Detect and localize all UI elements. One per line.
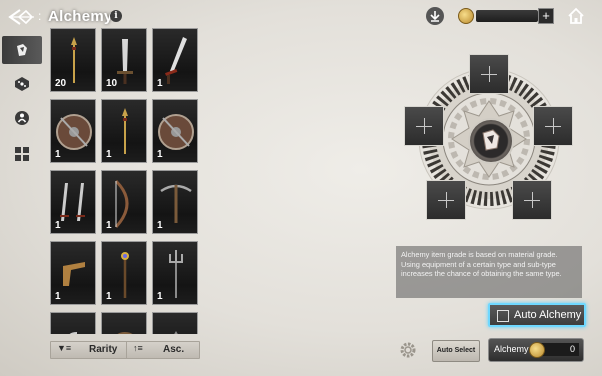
- material-slot-right[interactable]: [533, 106, 573, 146]
- item-quantity: 1: [106, 291, 112, 302]
- gauntlet-icon: [117, 332, 133, 334]
- inventory-item[interactable]: 1: [50, 170, 96, 234]
- inventory-item[interactable]: 20: [50, 28, 96, 92]
- auto-alchemy-label: Auto Alchemy: [514, 309, 582, 321]
- alchemy-cost: 0: [539, 343, 579, 356]
- equipment-icon: [17, 44, 27, 56]
- home-icon: [568, 7, 584, 24]
- inventory-item[interactable]: 1: [152, 170, 198, 234]
- alchemy-button[interactable]: Alchemy 0: [488, 338, 584, 362]
- hook-icon: [69, 332, 78, 334]
- auto-select-button[interactable]: Auto Select: [432, 340, 480, 362]
- sort-filter-icon: ▼≡: [57, 343, 72, 353]
- material-slot-left[interactable]: [404, 106, 444, 146]
- item-quantity: 1: [157, 291, 163, 302]
- item-quantity: 1: [55, 149, 61, 160]
- info-icon[interactable]: i: [110, 10, 122, 22]
- item-quantity: 1: [157, 149, 163, 160]
- tab-equipment[interactable]: [2, 36, 42, 64]
- equipment-emblem-icon: [482, 129, 500, 151]
- inventory-item[interactable]: 1: [152, 28, 198, 92]
- material-slot-top[interactable]: [469, 54, 509, 94]
- figure-icon: [15, 111, 29, 125]
- unknown-icon: [174, 331, 178, 334]
- pieces-icon: [15, 147, 29, 161]
- inventory-item[interactable]: 1: [101, 241, 147, 305]
- sort-rarity-label: Rarity: [89, 344, 118, 355]
- tab-dice[interactable]: [8, 72, 36, 96]
- inventory-item[interactable]: 1: [152, 99, 198, 163]
- inventory-item[interactable]: 10: [101, 28, 147, 92]
- gear-icon: [400, 342, 416, 358]
- item-quantity: 1: [55, 291, 61, 302]
- currency-bar: [476, 10, 538, 22]
- coin-icon: [458, 8, 474, 24]
- home-button[interactable]: [566, 6, 586, 26]
- page-title: Alchemy: [48, 8, 113, 25]
- item-quantity: 1: [55, 220, 61, 231]
- item-quantity: 10: [106, 78, 118, 89]
- tab-figure[interactable]: [8, 106, 36, 130]
- inventory-item[interactable]: [152, 312, 198, 334]
- sort-order-label: Asc.: [163, 344, 185, 355]
- alchemy-circle: [394, 54, 584, 226]
- inventory-item[interactable]: 1: [101, 170, 147, 234]
- dice-icon: [15, 77, 29, 91]
- material-slot-bottom-right[interactable]: [512, 180, 552, 220]
- item-quantity: 1: [106, 220, 112, 231]
- inventory-item[interactable]: 1: [50, 99, 96, 163]
- tab-pieces[interactable]: [8, 142, 36, 166]
- item-quantity: 1: [157, 220, 163, 231]
- inventory-item[interactable]: 1: [101, 99, 147, 163]
- item-quantity: 20: [55, 78, 67, 89]
- sort-ascending-icon: ↑≡: [133, 343, 143, 353]
- currency-display: +: [458, 6, 554, 26]
- alchemy-result-slot[interactable]: [468, 118, 514, 164]
- auto-alchemy-checkbox[interactable]: [497, 310, 509, 322]
- item-quantity: 1: [157, 78, 163, 89]
- back-button[interactable]: [6, 8, 36, 26]
- material-slot-bottom-left[interactable]: [426, 180, 466, 220]
- settings-button[interactable]: [396, 339, 420, 361]
- inventory-item[interactable]: [101, 312, 147, 334]
- alchemy-button-label: Alchemy: [494, 344, 529, 354]
- coin-icon: [529, 342, 545, 358]
- auto-alchemy-toggle[interactable]: Auto Alchemy: [488, 303, 586, 327]
- sort-order-button[interactable]: ↑≡ Asc.: [126, 341, 200, 359]
- inventory-item[interactable]: [50, 312, 96, 334]
- item-quantity: 1: [106, 149, 112, 160]
- inventory-item[interactable]: 1: [50, 241, 96, 305]
- back-arrow-icon: [8, 9, 34, 25]
- title-separator: :: [38, 9, 42, 23]
- inventory-item[interactable]: 1: [152, 241, 198, 305]
- alchemy-info-text: Alchemy item grade is based on material …: [396, 246, 582, 298]
- inventory-grid: 20 10 1 1 1 1 1 1 1 1 1 1: [50, 28, 200, 334]
- download-icon[interactable]: [426, 7, 444, 25]
- add-currency-button[interactable]: +: [538, 8, 554, 24]
